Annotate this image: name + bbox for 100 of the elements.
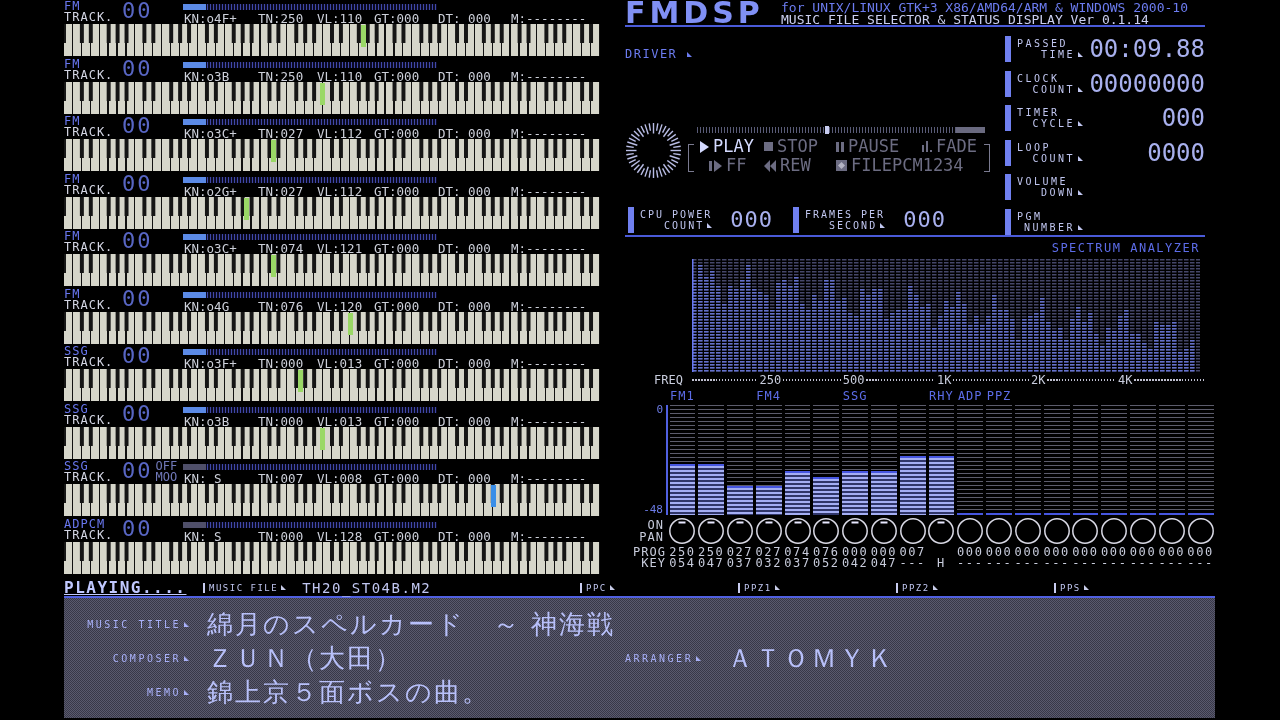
corner-triangle-icon xyxy=(687,51,693,57)
bar-marker-icon xyxy=(580,582,582,593)
field-label: MUSIC TITLE xyxy=(87,618,181,630)
track-parameter: GT:000 xyxy=(374,415,421,427)
app-logo: FMDSP xyxy=(625,0,777,27)
bars-icon xyxy=(922,141,932,152)
corner-triangle-icon xyxy=(1078,190,1083,195)
pause-icon xyxy=(836,141,844,152)
track-parameter: KN:o3B xyxy=(184,415,231,427)
key-value: --- xyxy=(1129,556,1157,570)
bar-marker-icon xyxy=(896,582,898,593)
track-parameter: KN:o3C+ xyxy=(184,243,238,254)
track-number: 00 xyxy=(122,517,153,540)
bar-marker-icon xyxy=(203,582,205,593)
key-value: 047 xyxy=(870,556,898,570)
bracket xyxy=(984,144,990,172)
corner-triangle-icon xyxy=(1078,86,1083,92)
track-parameter: TN:027 xyxy=(258,128,305,139)
key-value: 032 xyxy=(755,556,782,570)
square-icon xyxy=(836,160,847,171)
field-label: COMPOSER xyxy=(112,652,181,664)
field-value: 綿月のスペルカード ～ 神海戦 xyxy=(207,608,616,640)
track-parameter: KN:o3B xyxy=(184,70,231,82)
frequency-axis-label: FREQ xyxy=(654,374,684,386)
key-value: 052 xyxy=(813,556,840,570)
corner-triangle-icon xyxy=(184,689,189,695)
track-parameter: DT: 000 xyxy=(438,300,492,312)
channel-group-label: FM1 xyxy=(670,390,695,402)
corner-triangle-icon xyxy=(1078,52,1083,57)
channel-type-label: SSG xyxy=(64,346,89,357)
stat-value: 0000 xyxy=(1147,139,1205,166)
seek-thumb[interactable] xyxy=(824,126,829,134)
channel-group-label: FM4 xyxy=(756,390,782,402)
program-number: 000 xyxy=(870,545,898,559)
scale-label: 0 xyxy=(656,405,663,415)
corner-triangle-icon xyxy=(707,223,713,228)
stat-label: CYCLE xyxy=(1032,118,1075,129)
frequency-label: 2K xyxy=(1030,374,1047,386)
radial-dial-icon xyxy=(625,122,682,179)
stat-label: CLOCK xyxy=(1017,72,1061,84)
track-label: TRACK. xyxy=(64,299,115,311)
channel-type-label: FM xyxy=(64,231,81,242)
track-number: 00 xyxy=(122,115,153,137)
corner-triangle-icon xyxy=(184,655,189,661)
program-number: 000 xyxy=(1129,545,1157,559)
bar-marker-icon xyxy=(1005,139,1011,166)
track-parameter: DT: 000 xyxy=(438,243,492,254)
rewind-button[interactable]: REW xyxy=(761,157,833,174)
fade-button[interactable]: FADE xyxy=(919,138,981,155)
track-parameter: GT:000 xyxy=(374,13,421,24)
track-parameter: M:-------- xyxy=(511,128,587,139)
field-value: 錦上京５面ボスの曲。 xyxy=(207,676,490,708)
track-parameter: TN:000 xyxy=(258,358,305,369)
key-value: 042 xyxy=(841,556,869,570)
key-value: 047 xyxy=(697,556,725,570)
channel-type-label: FM xyxy=(64,116,81,127)
track-parameter: VL:110 xyxy=(317,70,364,82)
track-parameter: M:-------- xyxy=(511,358,587,369)
track-parameter: TN:000 xyxy=(258,530,305,542)
field-label: ARRANGER xyxy=(625,652,694,664)
pause-button[interactable]: PAUSE xyxy=(833,138,919,155)
key-value: --- xyxy=(1014,556,1042,570)
track-parameter: TN:074 xyxy=(258,243,305,254)
play-button[interactable]: PLAY xyxy=(697,138,761,155)
channel-type-label: FM xyxy=(64,288,81,300)
status-label: PPS xyxy=(1060,582,1081,593)
stat-label: PASSED xyxy=(1017,38,1070,49)
key-value: --- xyxy=(985,556,1013,570)
file-button[interactable]: FILEPCM1234 xyxy=(833,157,981,174)
track-parameter: M:-------- xyxy=(511,473,587,484)
track-number: 00 xyxy=(122,57,153,80)
track-parameter: VL:120 xyxy=(317,300,364,312)
key-value: --- xyxy=(1158,556,1186,570)
field-value: ＺＵＮ（大田） xyxy=(207,642,403,674)
program-number: 000 xyxy=(1101,545,1128,559)
track-parameter: GT:000 xyxy=(374,128,421,139)
track-label: TRACK. xyxy=(64,184,115,196)
fast-forward-button[interactable]: FF xyxy=(697,157,761,174)
track-parameter: GT:000 xyxy=(374,185,421,197)
key-value: 037 xyxy=(726,556,754,570)
key-value: --- xyxy=(1043,556,1070,570)
track-parameter: DT: 000 xyxy=(438,185,492,197)
track-parameter: KN:o2G+ xyxy=(184,185,238,197)
track-label: TRACK. xyxy=(64,357,115,368)
track-parameter: GT:000 xyxy=(374,243,421,254)
row-label: KEY xyxy=(640,558,667,569)
stop-icon xyxy=(764,142,773,151)
track-parameter: DT: 000 xyxy=(438,473,492,484)
track-parameter: VL:128 xyxy=(317,530,364,542)
track-parameter: M:-------- xyxy=(511,415,587,427)
rewind-icon xyxy=(764,159,776,172)
track-number: 00 xyxy=(122,230,153,252)
stat-label: DOWN xyxy=(1040,187,1075,198)
track-parameter: KN: S xyxy=(184,473,223,484)
bar-marker-icon xyxy=(1005,208,1011,235)
stop-button[interactable]: STOP xyxy=(761,138,833,155)
key-value: --- xyxy=(1072,556,1099,570)
counter-label: CPU POWER xyxy=(640,209,713,220)
row-label: PROG xyxy=(632,547,667,558)
track-parameter: TN:250 xyxy=(258,70,305,82)
